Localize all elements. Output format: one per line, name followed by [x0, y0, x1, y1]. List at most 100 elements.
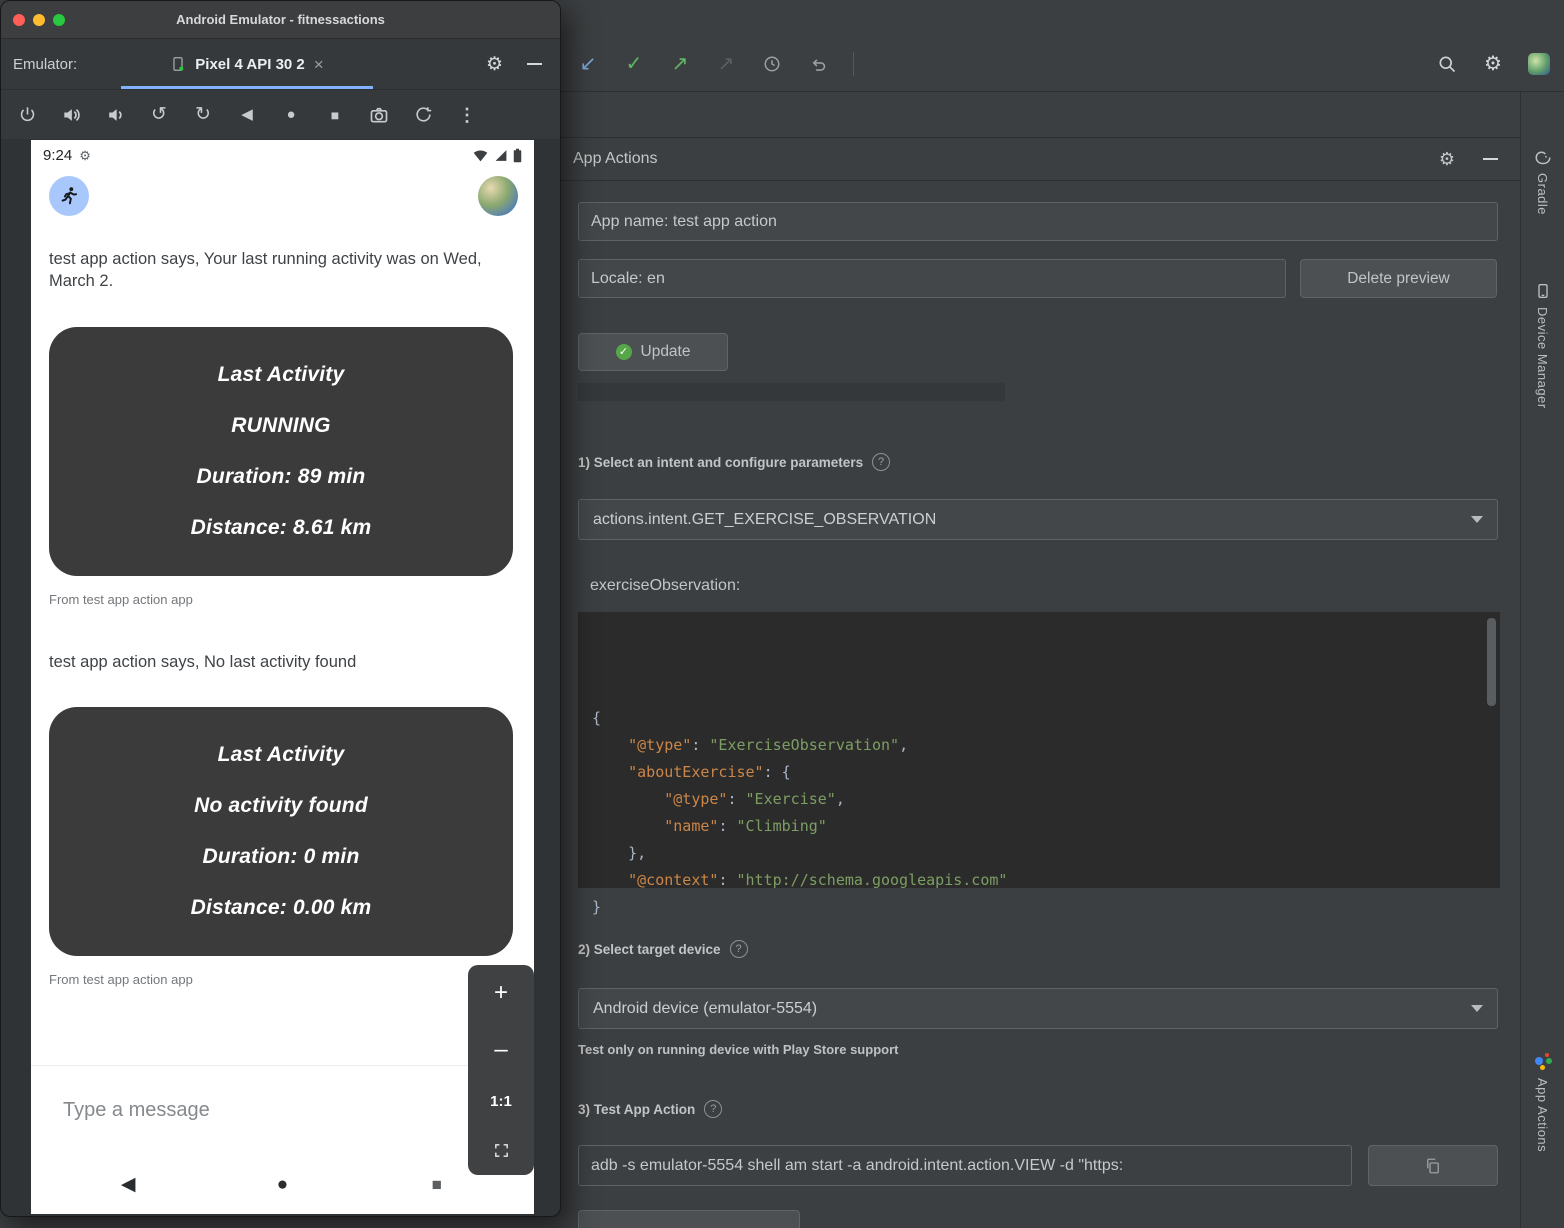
locale-field[interactable]: Locale: en: [578, 259, 1286, 298]
editor-scrollbar[interactable]: [1487, 618, 1496, 706]
chevron-down-icon: [1471, 1005, 1483, 1012]
chevron-down-icon: [1471, 516, 1483, 523]
card-caption: From test app action app: [31, 576, 534, 607]
help-icon[interactable]: ?: [872, 453, 890, 471]
studio-main-toolbar: ↙ ✓ ↗ ↗ ⚙: [561, 0, 1564, 92]
power-icon: [18, 105, 37, 124]
section-intent-label: 1) Select an intent and configure parame…: [578, 455, 863, 470]
fit-screen-button[interactable]: [493, 1142, 510, 1159]
push-icon[interactable]: ↗: [669, 54, 691, 74]
profile-avatar[interactable]: [1528, 53, 1550, 75]
status-message-band: [578, 383, 1005, 401]
section-test-label: 3) Test App Action: [578, 1102, 695, 1117]
rollback-icon[interactable]: [807, 55, 829, 74]
section-device-label: 2) Select target device: [578, 942, 721, 957]
device-tab[interactable]: Pixel 4 API 30 2 ×: [121, 39, 373, 89]
tool-strip-gradle-label: Gradle: [1535, 173, 1550, 215]
emulator-minimize-icon[interactable]: [527, 63, 542, 65]
window-titlebar: Android Emulator - fitnessactions: [1, 1, 560, 39]
zoom-out-button[interactable]: –: [494, 1038, 507, 1062]
assistant-message: test app action says, Your last running …: [31, 222, 501, 293]
parameter-label: exerciseObservation:: [590, 577, 740, 595]
user-avatar: [478, 176, 518, 216]
app-actions-panel-header: App Actions ⚙: [561, 137, 1520, 181]
app-name-field[interactable]: App name: test app action: [578, 202, 1498, 241]
more-button[interactable]: ⋮: [455, 103, 479, 127]
card-caption: From test app action app: [31, 956, 534, 987]
app-actions-icon: [1534, 1052, 1552, 1070]
camera-button[interactable]: [367, 103, 391, 127]
partial-bottom-button[interactable]: [578, 1210, 800, 1228]
panel-minimize-icon[interactable]: [1483, 158, 1498, 160]
device-screen: 9:24 ⚙ t: [31, 140, 534, 1214]
target-device-dropdown[interactable]: Android device (emulator-5554): [578, 988, 1498, 1029]
battery-icon: [513, 148, 522, 163]
tool-strip-device-manager-label: Device Manager: [1535, 307, 1550, 409]
history-clock-icon[interactable]: [761, 55, 783, 73]
tool-strip-device-manager[interactable]: Device Manager: [1521, 283, 1564, 409]
card-line: No activity found: [69, 794, 493, 818]
runner-icon: [58, 185, 80, 207]
card-line: RUNNING: [69, 414, 493, 438]
update-check-icon: ✓: [616, 344, 632, 360]
nav-home-button[interactable]: ●: [205, 1175, 359, 1194]
home-button[interactable]: ●: [279, 103, 303, 127]
wifi-icon: [472, 149, 489, 162]
card-line: Duration: 89 min: [69, 465, 493, 489]
intent-dropdown[interactable]: actions.intent.GET_EXERCISE_OBSERVATION: [578, 499, 1498, 540]
volume-down-icon: [105, 105, 125, 125]
android-nav-bar: ◀ ● ■: [31, 1154, 534, 1214]
tab-active-underline: [121, 86, 373, 89]
activity-card: Last Activity RUNNING Duration: 89 min D…: [49, 327, 513, 576]
volume-down-button[interactable]: [103, 103, 127, 127]
card-line: Distance: 0.00 km: [69, 896, 493, 920]
emulator-settings-gear-icon[interactable]: ⚙: [486, 55, 503, 74]
back-button[interactable]: ◀: [235, 103, 259, 127]
update-button[interactable]: ✓ Update: [578, 333, 728, 371]
rotate-right-button[interactable]: ↻: [191, 103, 215, 127]
adb-command-field[interactable]: adb -s emulator-5554 shell am start -a a…: [578, 1145, 1352, 1186]
device-status-bar: 9:24 ⚙: [31, 140, 534, 170]
copy-button[interactable]: [1368, 1145, 1498, 1186]
gradle-icon: [1534, 150, 1552, 165]
status-gear-icon: ⚙: [79, 149, 91, 162]
signal-icon: [494, 149, 508, 162]
volume-up-button[interactable]: [59, 103, 83, 127]
window-title: Android Emulator - fitnessactions: [1, 12, 560, 27]
section-test-header: 3) Test App Action ?: [578, 1100, 722, 1118]
activity-card: Last Activity No activity found Duration…: [49, 707, 513, 956]
snapshot-button[interactable]: [411, 103, 435, 127]
tool-strip-app-actions[interactable]: App Actions: [1521, 1052, 1564, 1152]
nav-overview-button[interactable]: ■: [360, 1176, 514, 1193]
copy-icon: [1424, 1157, 1442, 1175]
section-device-header: 2) Select target device ?: [578, 940, 748, 958]
card-line: Duration: 0 min: [69, 845, 493, 869]
push-disabled-icon: ↗: [715, 54, 737, 74]
help-icon[interactable]: ?: [704, 1100, 722, 1118]
overview-button[interactable]: ■: [323, 103, 347, 127]
search-icon[interactable]: [1436, 54, 1458, 74]
section-intent-header: 1) Select an intent and configure parame…: [578, 453, 890, 471]
vcs-update-icon[interactable]: ↙: [577, 54, 599, 74]
settings-gear-icon[interactable]: ⚙: [1482, 54, 1504, 74]
zoom-in-button[interactable]: +: [494, 981, 508, 1005]
power-button[interactable]: [15, 103, 39, 127]
tab-close-icon[interactable]: ×: [314, 56, 324, 73]
tool-strip-app-actions-label: App Actions: [1535, 1078, 1550, 1152]
device-manager-icon: [1535, 283, 1551, 299]
phone-icon: [170, 56, 186, 72]
status-time: 9:24: [43, 147, 72, 164]
nav-back-button[interactable]: ◀: [51, 1175, 205, 1194]
emulator-window: Android Emulator - fitnessactions Emulat…: [0, 0, 561, 1217]
assistant-message: test app action says, No last activity f…: [31, 607, 501, 673]
help-icon[interactable]: ?: [730, 940, 748, 958]
intent-dropdown-value: actions.intent.GET_EXERCISE_OBSERVATION: [593, 511, 936, 529]
delete-preview-button[interactable]: Delete preview: [1300, 259, 1497, 298]
zoom-ratio-button[interactable]: 1:1: [490, 1094, 512, 1109]
json-code[interactable]: { "@type": "ExerciseObservation", "about…: [578, 612, 1500, 888]
panel-gear-icon[interactable]: ⚙: [1439, 150, 1455, 168]
commit-check-icon[interactable]: ✓: [623, 54, 645, 74]
message-input[interactable]: Type a message: [31, 1065, 534, 1154]
tool-strip-gradle[interactable]: Gradle: [1521, 150, 1564, 215]
rotate-left-button[interactable]: ↺: [147, 103, 171, 127]
